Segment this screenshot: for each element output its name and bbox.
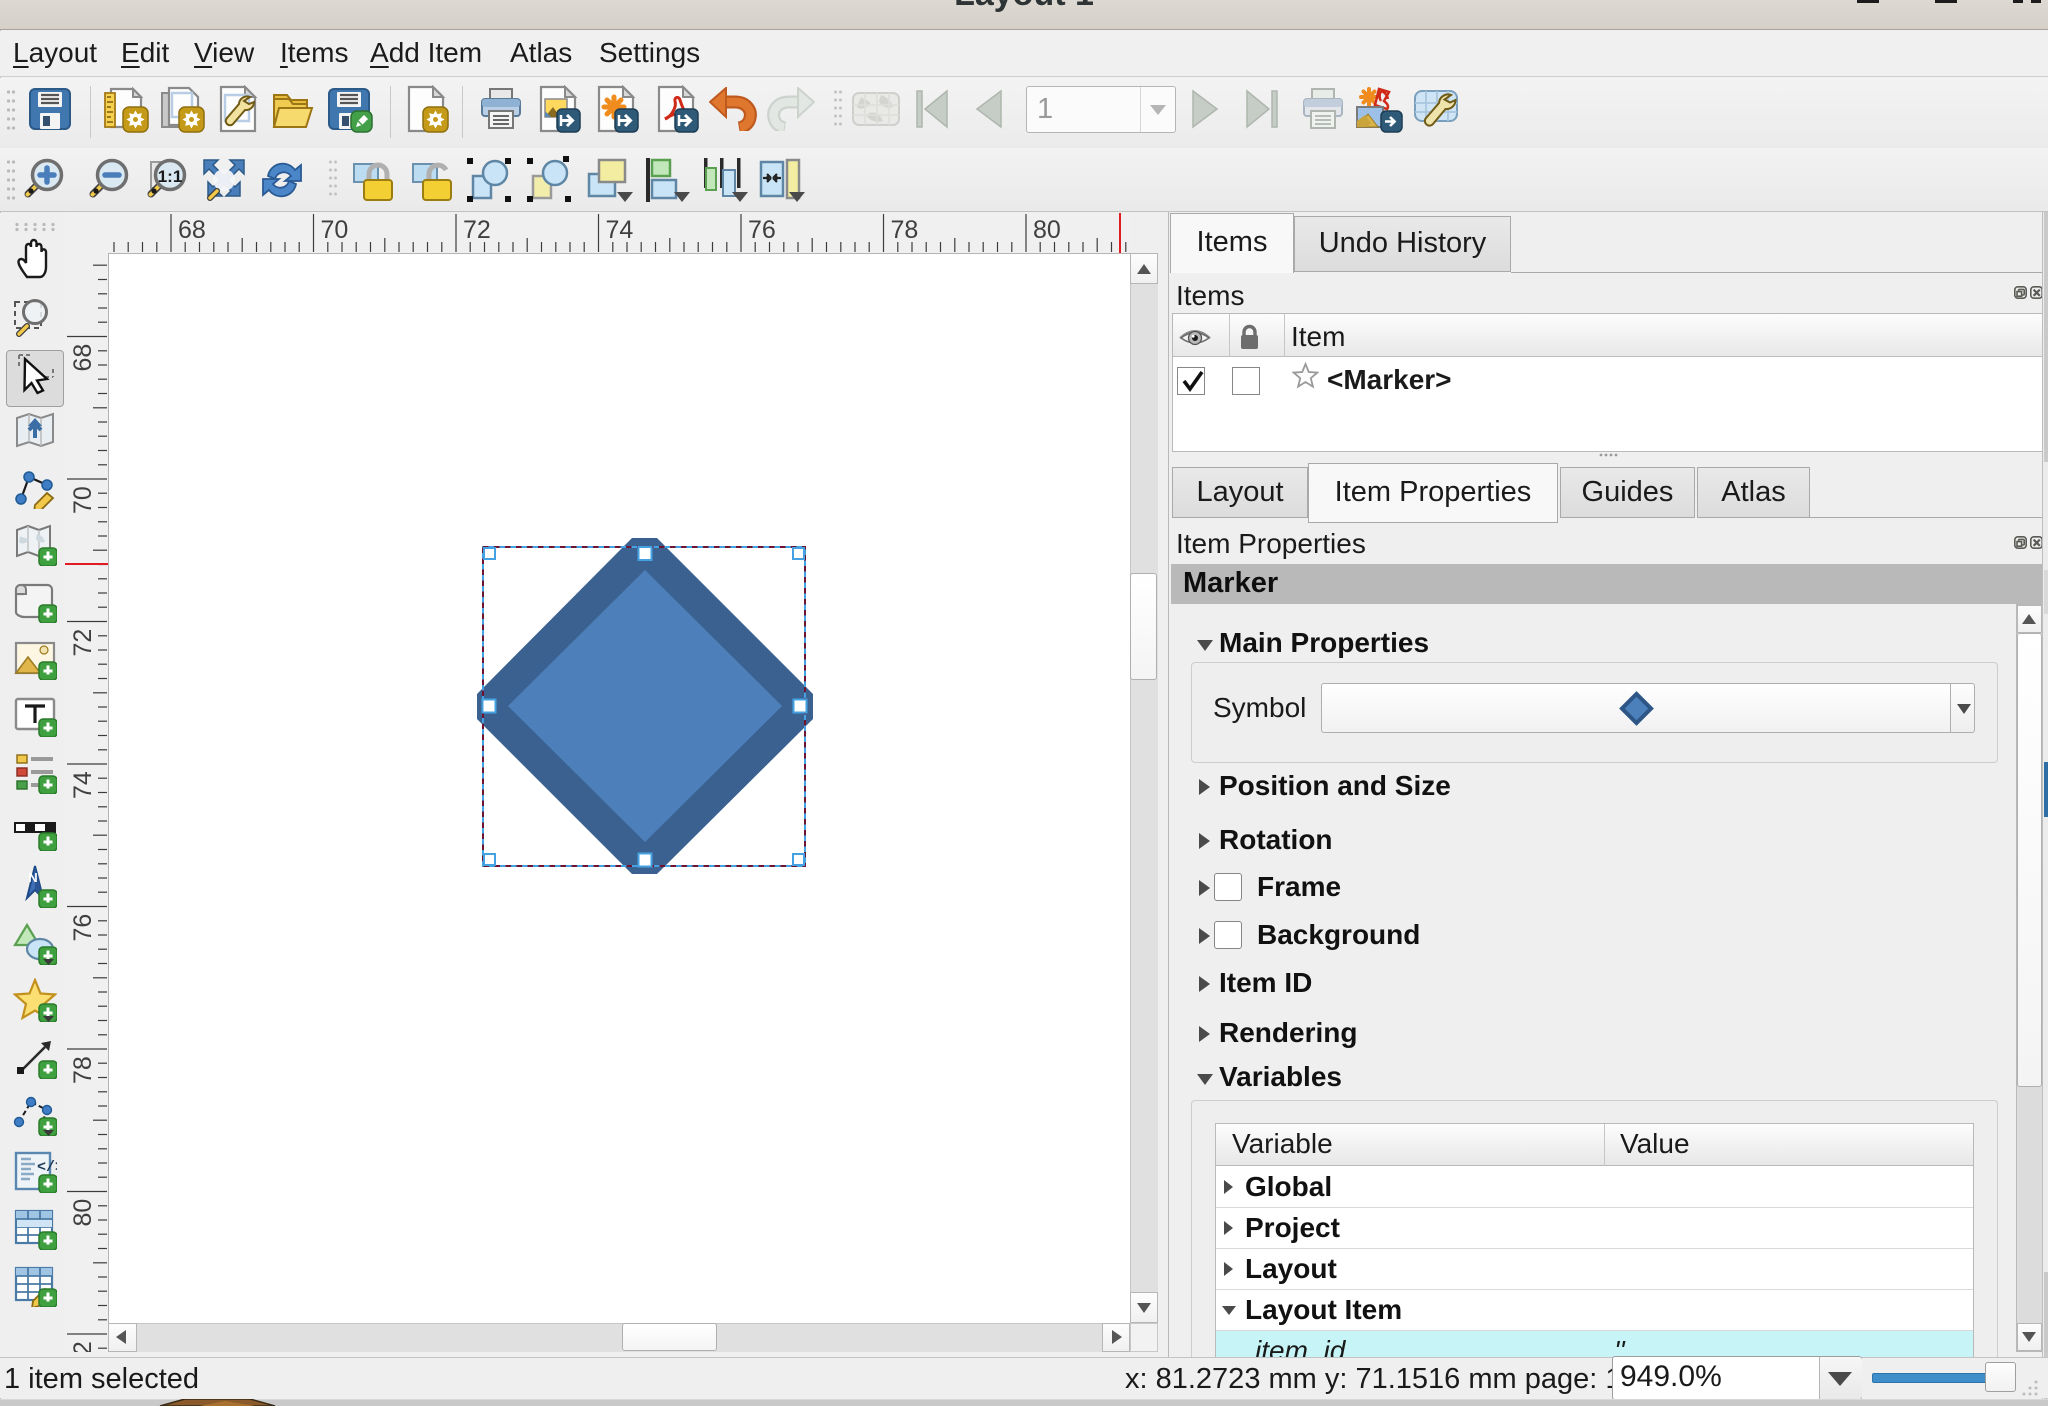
- svg-text:72: 72: [463, 216, 491, 244]
- svg-text:1:1: 1:1: [158, 167, 183, 186]
- svg-text:70: 70: [69, 486, 97, 514]
- svg-text:68: 68: [69, 344, 97, 372]
- svg-text:82: 82: [69, 1341, 97, 1352]
- svg-text:68: 68: [178, 216, 206, 244]
- svg-text:74: 74: [606, 216, 634, 244]
- svg-text:80: 80: [1033, 216, 1061, 244]
- svg-text:</>: </>: [37, 1159, 57, 1176]
- svg-text:70: 70: [321, 216, 349, 244]
- svg-text:76: 76: [69, 914, 97, 942]
- svg-text:80: 80: [69, 1199, 97, 1227]
- svg-text:76: 76: [748, 216, 776, 244]
- svg-text:74: 74: [69, 771, 97, 799]
- svg-text:N: N: [28, 870, 37, 885]
- svg-text:78: 78: [891, 216, 919, 244]
- svg-text:78: 78: [69, 1056, 97, 1084]
- svg-text:72: 72: [69, 629, 97, 657]
